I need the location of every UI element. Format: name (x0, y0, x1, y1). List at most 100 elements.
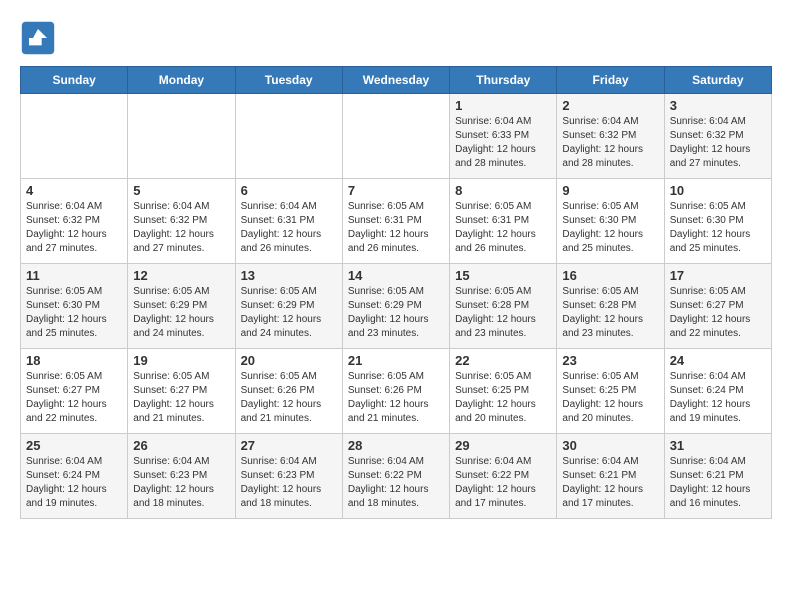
day-number: 9 (562, 183, 658, 198)
calendar-cell: 13 Sunrise: 6:05 AM Sunset: 6:29 PM Dayli… (235, 264, 342, 349)
logo (20, 20, 62, 56)
day-info: Sunrise: 6:04 AM Sunset: 6:32 PM Dayligh… (562, 115, 658, 171)
day-number: 15 (455, 268, 551, 283)
calendar-cell: 22 Sunrise: 6:05 AM Sunset: 6:25 PM Dayli… (450, 349, 557, 434)
day-info: Sunrise: 6:04 AM Sunset: 6:21 PM Dayligh… (562, 455, 658, 511)
day-number: 28 (348, 438, 444, 453)
calendar-cell: 4Sunrise: 6:04 AM Sunset: 6:32 PM Daylig… (21, 179, 128, 264)
day-info: Sunrise: 6:04 AM Sunset: 6:22 PM Dayligh… (348, 455, 444, 511)
day-info: Sunrise: 6:05 AM Sunset: 6:30 PM Dayligh… (562, 200, 658, 256)
calendar-cell: 26 Sunrise: 6:04 AM Sunset: 6:23 PM Dayli… (128, 434, 235, 519)
column-header-wednesday: Wednesday (342, 67, 449, 94)
header-row: SundayMondayTuesdayWednesdayThursdayFrid… (21, 67, 772, 94)
calendar-cell: 30 Sunrise: 6:04 AM Sunset: 6:21 PM Dayli… (557, 434, 664, 519)
day-info: Sunrise: 6:04 AM Sunset: 6:24 PM Dayligh… (670, 370, 766, 426)
column-header-thursday: Thursday (450, 67, 557, 94)
day-number: 13 (241, 268, 337, 283)
day-number: 12 (133, 268, 229, 283)
day-number: 31 (670, 438, 766, 453)
calendar-cell: 28 Sunrise: 6:04 AM Sunset: 6:22 PM Dayli… (342, 434, 449, 519)
day-info: Sunrise: 6:04 AM Sunset: 6:23 PM Dayligh… (133, 455, 229, 511)
calendar-cell: 21 Sunrise: 6:05 AM Sunset: 6:26 PM Dayli… (342, 349, 449, 434)
day-info: Sunrise: 6:05 AM Sunset: 6:31 PM Dayligh… (348, 200, 444, 256)
calendar-cell: 17Sunrise: 6:05 AM Sunset: 6:27 PM Dayli… (664, 264, 771, 349)
day-info: Sunrise: 6:05 AM Sunset: 6:26 PM Dayligh… (241, 370, 337, 426)
day-info: Sunrise: 6:05 AM Sunset: 6:25 PM Dayligh… (562, 370, 658, 426)
day-info: Sunrise: 6:04 AM Sunset: 6:33 PM Dayligh… (455, 115, 551, 171)
day-number: 5 (133, 183, 229, 198)
day-number: 3 (670, 98, 766, 113)
day-info: Sunrise: 6:05 AM Sunset: 6:30 PM Dayligh… (26, 285, 122, 341)
calendar-cell: 2 Sunrise: 6:04 AM Sunset: 6:32 PM Daylig… (557, 94, 664, 179)
day-info: Sunrise: 6:04 AM Sunset: 6:22 PM Dayligh… (455, 455, 551, 511)
day-info: Sunrise: 6:05 AM Sunset: 6:28 PM Dayligh… (455, 285, 551, 341)
logo-icon (20, 20, 56, 56)
day-number: 16 (562, 268, 658, 283)
day-info: Sunrise: 6:05 AM Sunset: 6:31 PM Dayligh… (455, 200, 551, 256)
day-number: 30 (562, 438, 658, 453)
calendar-cell: 10 Sunrise: 6:05 AM Sunset: 6:30 PM Dayli… (664, 179, 771, 264)
day-number: 11 (26, 268, 122, 283)
day-number: 27 (241, 438, 337, 453)
day-info: Sunrise: 6:04 AM Sunset: 6:23 PM Dayligh… (241, 455, 337, 511)
day-number: 18 (26, 353, 122, 368)
day-number: 22 (455, 353, 551, 368)
day-info: Sunrise: 6:04 AM Sunset: 6:21 PM Dayligh… (670, 455, 766, 511)
day-number: 29 (455, 438, 551, 453)
week-row: 11 Sunrise: 6:05 AM Sunset: 6:30 PM Dayli… (21, 264, 772, 349)
day-number: 7 (348, 183, 444, 198)
day-number: 19 (133, 353, 229, 368)
calendar-cell: 19 Sunrise: 6:05 AM Sunset: 6:27 PM Dayli… (128, 349, 235, 434)
day-number: 23 (562, 353, 658, 368)
day-info: Sunrise: 6:05 AM Sunset: 6:25 PM Dayligh… (455, 370, 551, 426)
day-number: 6 (241, 183, 337, 198)
calendar-cell: 25 Sunrise: 6:04 AM Sunset: 6:24 PM Dayli… (21, 434, 128, 519)
day-number: 1 (455, 98, 551, 113)
day-number: 8 (455, 183, 551, 198)
day-info: Sunrise: 6:05 AM Sunset: 6:28 PM Dayligh… (562, 285, 658, 341)
calendar-cell: 5 Sunrise: 6:04 AM Sunset: 6:32 PM Daylig… (128, 179, 235, 264)
day-info: Sunrise: 6:04 AM Sunset: 6:32 PM Dayligh… (133, 200, 229, 256)
day-number: 10 (670, 183, 766, 198)
day-info: Sunrise: 6:04 AM Sunset: 6:32 PM Dayligh… (670, 115, 766, 171)
calendar-cell: 9 Sunrise: 6:05 AM Sunset: 6:30 PM Daylig… (557, 179, 664, 264)
day-number: 24 (670, 353, 766, 368)
week-row: 1 Sunrise: 6:04 AM Sunset: 6:33 PM Daylig… (21, 94, 772, 179)
calendar-cell (21, 94, 128, 179)
day-info: Sunrise: 6:05 AM Sunset: 6:29 PM Dayligh… (241, 285, 337, 341)
calendar-table: SundayMondayTuesdayWednesdayThursdayFrid… (20, 66, 772, 519)
day-number: 20 (241, 353, 337, 368)
calendar-cell: 31 Sunrise: 6:04 AM Sunset: 6:21 PM Dayli… (664, 434, 771, 519)
calendar-cell (342, 94, 449, 179)
calendar-cell (128, 94, 235, 179)
day-number: 26 (133, 438, 229, 453)
calendar-cell: 14Sunrise: 6:05 AM Sunset: 6:29 PM Dayli… (342, 264, 449, 349)
calendar-cell: 18Sunrise: 6:05 AM Sunset: 6:27 PM Dayli… (21, 349, 128, 434)
calendar-cell: 27 Sunrise: 6:04 AM Sunset: 6:23 PM Dayli… (235, 434, 342, 519)
day-info: Sunrise: 6:04 AM Sunset: 6:24 PM Dayligh… (26, 455, 122, 511)
day-number: 25 (26, 438, 122, 453)
calendar-cell: 15 Sunrise: 6:05 AM Sunset: 6:28 PM Dayli… (450, 264, 557, 349)
day-number: 2 (562, 98, 658, 113)
week-row: 18 Sunrise: 6:05 AM Sunset: 6:27 PM Dayli… (21, 349, 772, 434)
column-header-sunday: Sunday (21, 67, 128, 94)
column-header-saturday: Saturday (664, 67, 771, 94)
calendar-cell: 12 Sunrise: 6:05 AM Sunset: 6:29 PM Dayli… (128, 264, 235, 349)
calendar-cell: 16 Sunrise: 6:05 AM Sunset: 6:28 PM Dayli… (557, 264, 664, 349)
day-info: Sunrise: 6:05 AM Sunset: 6:27 PM Dayligh… (133, 370, 229, 426)
column-header-monday: Monday (128, 67, 235, 94)
calendar-cell: 24 Sunrise: 6:04 AM Sunset: 6:24 PM Dayli… (664, 349, 771, 434)
day-info: Sunrise: 6:05 AM Sunset: 6:29 PM Dayligh… (348, 285, 444, 341)
day-info: Sunrise: 6:05 AM Sunset: 6:29 PM Dayligh… (133, 285, 229, 341)
day-info: Sunrise: 6:05 AM Sunset: 6:27 PM Dayligh… (670, 285, 766, 341)
calendar-cell: 20 Sunrise: 6:05 AM Sunset: 6:26 PM Dayli… (235, 349, 342, 434)
week-row: 4Sunrise: 6:04 AM Sunset: 6:32 PM Daylig… (21, 179, 772, 264)
day-info: Sunrise: 6:05 AM Sunset: 6:30 PM Dayligh… (670, 200, 766, 256)
day-number: 21 (348, 353, 444, 368)
calendar-cell: 1 Sunrise: 6:04 AM Sunset: 6:33 PM Daylig… (450, 94, 557, 179)
calendar-cell (235, 94, 342, 179)
column-header-friday: Friday (557, 67, 664, 94)
column-header-tuesday: Tuesday (235, 67, 342, 94)
week-row: 25 Sunrise: 6:04 AM Sunset: 6:24 PM Dayli… (21, 434, 772, 519)
day-info: Sunrise: 6:05 AM Sunset: 6:26 PM Dayligh… (348, 370, 444, 426)
